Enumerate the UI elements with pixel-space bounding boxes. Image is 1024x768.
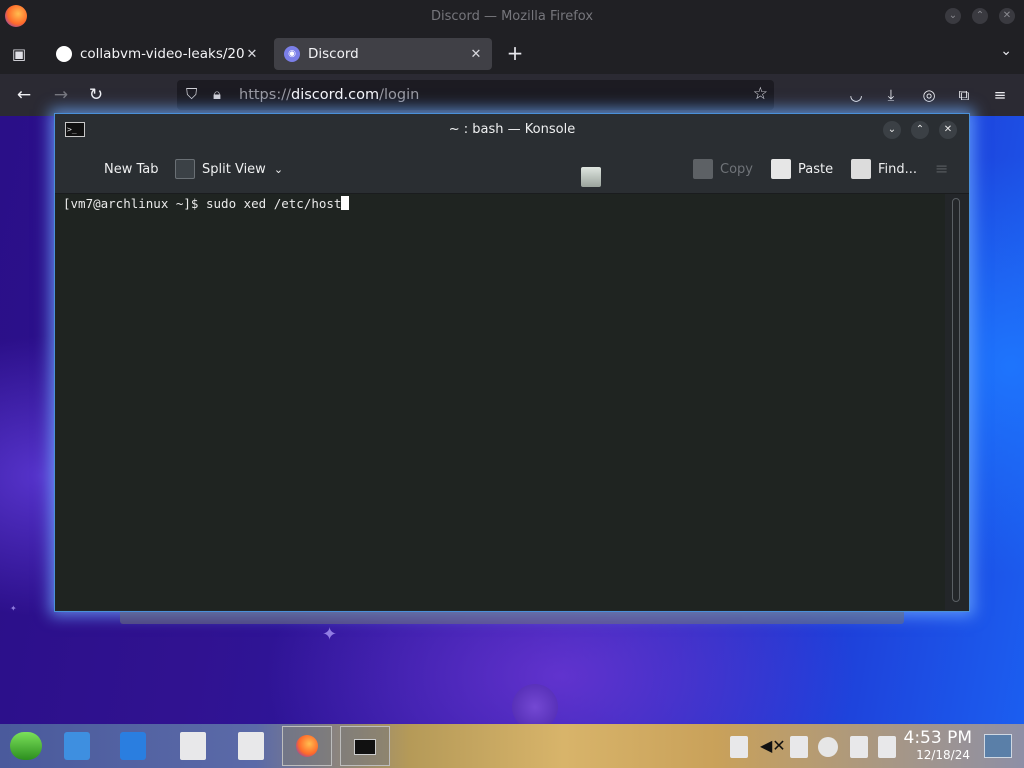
find-icon <box>851 159 871 179</box>
new-tab-icon <box>581 167 601 187</box>
split-view-button[interactable]: Split View ⌄ <box>175 157 283 181</box>
minimize-button[interactable]: ⌄ <box>945 8 961 24</box>
tab-label: Discord <box>308 46 359 62</box>
terminal-prompt: [vm7@archlinux ~]$ <box>63 196 206 211</box>
terminal-command: sudo xed /etc/host <box>206 196 342 211</box>
volume-muted-icon[interactable]: ◀✕ <box>760 736 786 758</box>
account-icon[interactable]: ◎ <box>919 85 939 105</box>
minimize-button[interactable]: ⌄ <box>883 121 901 139</box>
taskbar-firefox[interactable] <box>282 726 332 766</box>
download-icon[interactable]: ⤓ <box>881 85 901 105</box>
github-icon <box>56 46 72 62</box>
url-bar[interactable]: ⛉ 🔒︎ https://discord.com/login ☆ <box>177 80 774 110</box>
window-title: Discord — Mozilla Firefox <box>430 9 594 24</box>
copy-icon <box>693 159 713 179</box>
maximize-button[interactable]: ⌃ <box>972 8 988 24</box>
clock-time[interactable]: 4:53 PM <box>904 728 973 748</box>
disc-icon[interactable] <box>818 737 838 757</box>
shield-icon[interactable]: ⛉ <box>186 85 197 103</box>
close-tab-icon[interactable]: ✕ <box>244 47 260 62</box>
firefox-view-icon[interactable]: ▣ <box>9 44 29 64</box>
folder-icon[interactable] <box>120 732 146 760</box>
new-tab-button[interactable]: New Tab <box>77 157 601 187</box>
document-icon[interactable] <box>878 736 896 758</box>
find-button[interactable]: Find... <box>851 157 917 181</box>
konsole-title: ~ : bash — Konsole <box>448 122 576 137</box>
terminal-area[interactable]: [vm7@archlinux ~]$ sudo xed /etc/host <box>55 194 945 610</box>
app-menu-icon[interactable] <box>10 732 42 760</box>
text-cursor <box>341 196 350 210</box>
show-desktop-icon[interactable] <box>984 734 1012 758</box>
firefox-titlebar: Discord — Mozilla Firefox ⌄ ⌃ ✕ <box>0 0 1024 34</box>
tab-collabvm[interactable]: collabvm-video-leaks/2024 ✕ <box>46 38 268 70</box>
lock-icon[interactable]: 🔒︎ <box>213 85 221 103</box>
firefox-tabbar: ▣ collabvm-video-leaks/2024 ✕ ◉ Discord … <box>0 34 1024 74</box>
extensions-icon[interactable]: ⧉ <box>954 85 974 105</box>
copy-button[interactable]: Copy <box>693 157 753 181</box>
copy-label: Copy <box>720 161 753 177</box>
terminal-app-icon <box>354 739 376 755</box>
list-all-tabs-icon[interactable]: ⌄ <box>1000 43 1012 59</box>
star-decoration: ✦ <box>322 624 338 645</box>
forward-button[interactable]: → <box>50 84 72 106</box>
konsole-window: >_ ~ : bash — Konsole ⌄ ⌃ ✕ New Tab Spli… <box>54 113 970 612</box>
close-window-button[interactable]: ✕ <box>999 8 1015 24</box>
scrollbar-track[interactable] <box>952 198 960 602</box>
document-icon[interactable] <box>790 736 808 758</box>
document-icon[interactable] <box>180 732 206 760</box>
paste-button[interactable]: Paste <box>771 157 833 181</box>
close-window-button[interactable]: ✕ <box>939 121 957 139</box>
discord-icon: ◉ <box>284 46 300 62</box>
back-button[interactable]: ← <box>13 84 35 106</box>
konsole-toolbar: New Tab Split View ⌄ Copy Paste Find... … <box>55 145 969 194</box>
new-tab-button[interactable]: + <box>504 42 526 64</box>
pocket-icon[interactable]: ◡ <box>846 85 866 105</box>
url-text[interactable]: https://discord.com/login <box>239 87 419 103</box>
paste-icon <box>771 159 791 179</box>
find-label: Find... <box>878 161 918 177</box>
new-tab-label: New Tab <box>104 161 159 177</box>
firefox-logo-icon <box>296 735 318 757</box>
taskbar: ◀✕ 4:53 PM 12/18/24 <box>0 724 1024 768</box>
reload-button[interactable]: ↻ <box>85 84 107 106</box>
terminal-scrollbar[interactable] <box>945 194 969 610</box>
chevron-down-icon: ⌄ <box>273 162 284 176</box>
taskbar-konsole[interactable] <box>340 726 390 766</box>
document-icon[interactable] <box>850 736 868 758</box>
terminal-line: [vm7@archlinux ~]$ sudo xed /etc/host <box>63 196 350 211</box>
paste-label: Paste <box>798 161 834 177</box>
star-decoration: ✦ <box>10 604 17 613</box>
tab-label: collabvm-video-leaks/2024 <box>80 46 244 62</box>
document-icon[interactable] <box>730 736 748 758</box>
hamburger-menu-icon[interactable]: ≡ <box>935 159 953 178</box>
firefox-navbar: ← → ↻ ⛉ 🔒︎ https://discord.com/login ☆ ◡… <box>0 74 1024 116</box>
konsole-titlebar: >_ ~ : bash — Konsole ⌄ ⌃ ✕ <box>55 114 969 145</box>
file-manager-icon[interactable] <box>64 732 90 760</box>
clock-date[interactable]: 12/18/24 <box>916 748 970 762</box>
close-tab-icon[interactable]: ✕ <box>468 47 484 62</box>
bookmark-star-icon[interactable]: ☆ <box>753 84 768 104</box>
menu-icon[interactable]: ≡ <box>990 85 1010 105</box>
document-icon[interactable] <box>238 732 264 760</box>
background-window-edge <box>120 612 904 624</box>
tab-discord[interactable]: ◉ Discord ✕ <box>274 38 492 70</box>
split-view-icon <box>175 159 195 179</box>
split-view-label: Split View <box>202 161 266 177</box>
maximize-button[interactable]: ⌃ <box>911 121 929 139</box>
